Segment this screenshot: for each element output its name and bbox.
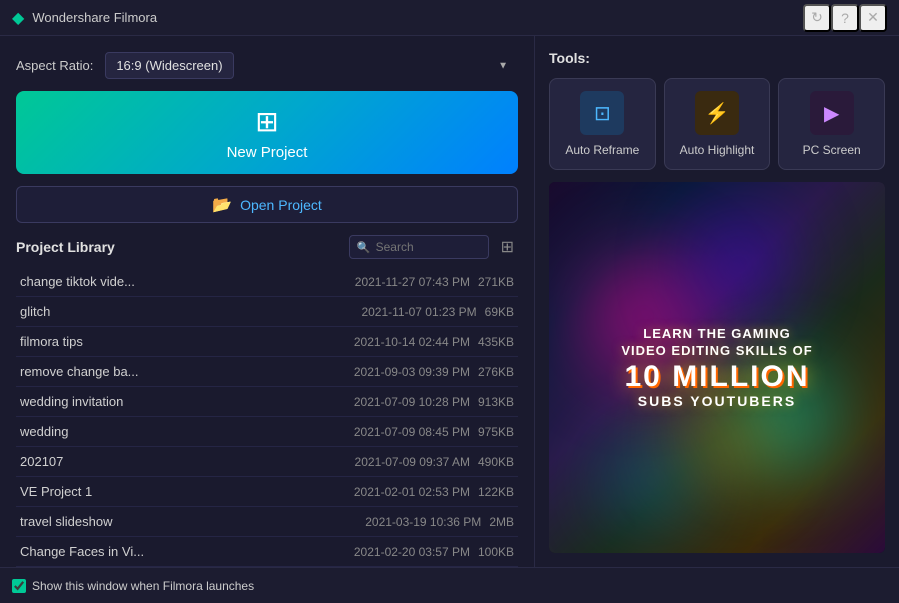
main-content: Aspect Ratio: 16:9 (Widescreen) ⊞ New Pr… [0,36,899,567]
left-panel: Aspect Ratio: 16:9 (Widescreen) ⊞ New Pr… [0,36,535,567]
table-row[interactable]: 202107 2021-07-09 09:37 AM 490KB [16,447,518,477]
new-project-label: New Project [227,144,308,161]
new-project-icon: ⊞ [255,105,278,138]
project-name: VE Project 1 [20,484,346,499]
project-list: change tiktok vide... 2021-11-27 07:43 P… [16,267,518,567]
launch-checkbox-wrapper: Show this window when Filmora launches [12,579,254,593]
project-size: 271KB [478,275,514,289]
auto-reframe-label: Auto Reframe [565,143,639,157]
project-name: remove change ba... [20,364,346,379]
bottom-bar: Show this window when Filmora launches [0,567,899,603]
project-size: 100KB [478,545,514,559]
aspect-select[interactable]: 16:9 (Widescreen) [105,52,234,79]
project-date: 2021-09-03 09:39 PM [354,365,470,379]
library-header: Project Library ⊞ [16,235,518,259]
table-row[interactable]: travel slideshow 2021-03-19 10:36 PM 2MB [16,507,518,537]
project-name: glitch [20,304,353,319]
table-row[interactable]: VE Project 1 2021-02-01 02:53 PM 122KB [16,477,518,507]
show-window-checkbox[interactable] [12,579,26,593]
project-size: 2MB [489,515,514,529]
aspect-label: Aspect Ratio: [16,58,93,73]
table-row[interactable]: wedding 2021-07-09 08:45 PM 975KB [16,417,518,447]
auto-highlight-label: Auto Highlight [680,143,755,157]
library-title: Project Library [16,239,115,255]
auto-reframe-icon: ⊡ [580,91,624,135]
table-row[interactable]: Change Faces in Vi... 2021-02-20 03:57 P… [16,537,518,567]
preview-overlay: LEARN THE GAMINGVIDEO EDITING SKILLS OF … [601,306,832,429]
tool-auto-highlight[interactable]: ⚡ Auto Highlight [664,78,771,170]
refresh-button[interactable]: ↻ [803,4,831,32]
project-name: filmora tips [20,334,346,349]
search-wrapper [349,235,489,259]
project-size: 122KB [478,485,514,499]
table-row[interactable]: remove change ba... 2021-09-03 09:39 PM … [16,357,518,387]
table-row[interactable]: glitch 2021-11-07 01:23 PM 69KB [16,297,518,327]
view-toggle-button[interactable]: ⊞ [497,235,518,259]
bg-blob-4 [694,219,784,309]
project-size: 490KB [478,455,514,469]
help-button[interactable]: ? [831,4,859,32]
search-input[interactable] [349,235,489,259]
folder-icon: 📂 [212,195,232,215]
table-row[interactable]: filmora tips 2021-10-14 02:44 PM 435KB [16,327,518,357]
project-date: 2021-03-19 10:36 PM [365,515,481,529]
preview-line2: 10 MILLION [621,360,812,393]
library-controls: ⊞ [349,235,518,259]
tool-pc-screen[interactable]: ▶ PC Screen [778,78,885,170]
project-size: 975KB [478,425,514,439]
preview-line1: LEARN THE GAMINGVIDEO EDITING SKILLS OF [621,326,812,360]
app-title: Wondershare Filmora [32,10,803,25]
show-window-label[interactable]: Show this window when Filmora launches [32,579,254,593]
project-size: 276KB [478,365,514,379]
app-icon: ◆ [12,8,24,28]
project-name: travel slideshow [20,514,357,529]
close-button[interactable]: ✕ [859,4,887,32]
project-date: 2021-11-07 01:23 PM [361,305,476,319]
project-name: 202107 [20,454,347,469]
project-date: 2021-07-09 09:37 AM [355,455,470,469]
new-project-button[interactable]: ⊞ New Project [16,91,518,174]
table-row[interactable]: change tiktok vide... 2021-11-27 07:43 P… [16,267,518,297]
preview-line3: SUBS YOUTUBERS [621,393,812,409]
project-date: 2021-11-27 07:43 PM [355,275,470,289]
open-project-label: Open Project [240,197,322,213]
bg-blob-5 [616,446,686,516]
project-date: 2021-07-09 08:45 PM [354,425,470,439]
project-library: Project Library ⊞ change tiktok vide... … [16,235,518,567]
right-panel: Tools: ⊡ Auto Reframe ⚡ Auto Highlight ▶… [535,36,899,567]
pc-screen-label: PC Screen [803,143,861,157]
project-name: change tiktok vide... [20,274,347,289]
project-name: Change Faces in Vi... [20,544,346,559]
project-date: 2021-07-09 10:28 PM [354,395,470,409]
tools-label: Tools: [549,50,885,66]
open-project-button[interactable]: 📂 Open Project [16,186,518,223]
pc-screen-icon: ▶ [810,91,854,135]
preview-area: LEARN THE GAMINGVIDEO EDITING SKILLS OF … [549,182,885,553]
project-date: 2021-10-14 02:44 PM [354,335,470,349]
project-size: 69KB [485,305,514,319]
project-date: 2021-02-20 03:57 PM [354,545,470,559]
aspect-select-wrapper: 16:9 (Widescreen) [105,52,518,79]
auto-highlight-icon: ⚡ [695,91,739,135]
table-row[interactable]: wedding invitation 2021-07-09 10:28 PM 9… [16,387,518,417]
project-size: 435KB [478,335,514,349]
tool-auto-reframe[interactable]: ⊡ Auto Reframe [549,78,656,170]
aspect-ratio-row: Aspect Ratio: 16:9 (Widescreen) [16,52,518,79]
tools-grid: ⊡ Auto Reframe ⚡ Auto Highlight ▶ PC Scr… [549,78,885,170]
project-date: 2021-02-01 02:53 PM [354,485,470,499]
project-name: wedding [20,424,346,439]
titlebar: ◆ Wondershare Filmora ↻ ? ✕ [0,0,899,36]
project-name: wedding invitation [20,394,346,409]
project-size: 913KB [478,395,514,409]
